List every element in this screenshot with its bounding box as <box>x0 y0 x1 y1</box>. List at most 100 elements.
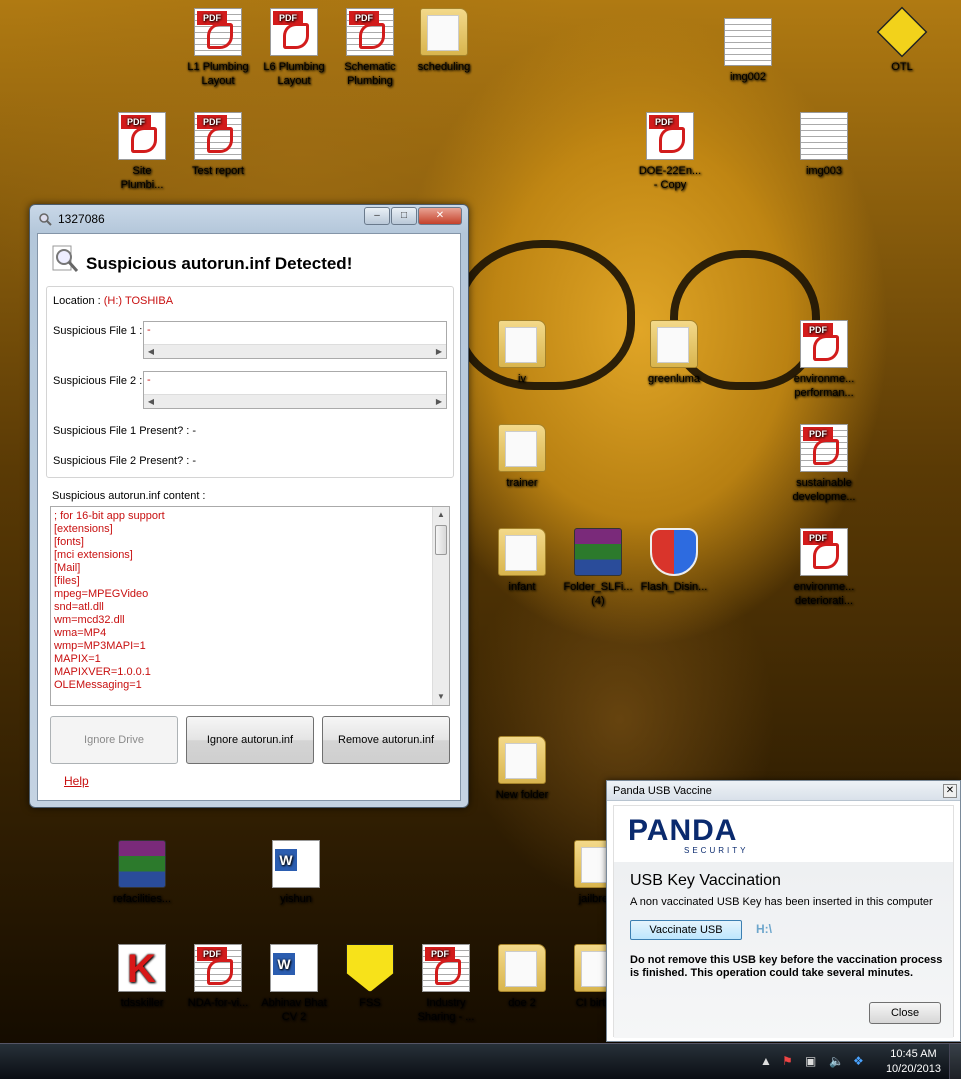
desktop-icon-label: tdsskiller <box>120 997 164 1009</box>
file2-present-value: - <box>192 455 197 467</box>
desktop-icon-nda-for-vi[interactable]: NDA-for-vi... <box>178 944 258 1010</box>
desktop-icon-scheduling[interactable]: scheduling <box>404 8 484 74</box>
file2-hscrollbar[interactable]: ◀ ▶ <box>144 394 446 408</box>
doc-pdf-file-icon <box>346 8 394 56</box>
doc-file-icon <box>724 18 772 66</box>
desktop-icon-doe-2[interactable]: doe 2 <box>482 944 562 1010</box>
desktop-icon-label: DOE-22En... - Copy <box>638 165 702 191</box>
desktop-icon-label: img002 <box>729 71 767 83</box>
desktop-icon-refacilities[interactable]: refacilities... <box>102 840 182 906</box>
doc-pdf-file-icon <box>800 424 848 472</box>
content-line: mpeg=MPEGVideo <box>54 588 149 600</box>
desktop-icon-trainer[interactable]: trainer <box>482 424 562 490</box>
alert-heading: Suspicious autorun.inf Detected! <box>86 254 353 273</box>
desktop-icon-new-folder[interactable]: New folder <box>482 736 562 802</box>
panda-client-area: PANDA SECURITY USB Key Vaccination A non… <box>613 805 954 1038</box>
desktop-icon-greenluma[interactable]: greenluma <box>634 320 714 386</box>
desktop-icon-label: yishun <box>280 893 312 905</box>
vaccination-note: A non vaccinated USB Key has been insert… <box>630 896 933 908</box>
close-button[interactable]: ✕ <box>418 207 462 225</box>
panda-window-title: Panda USB Vaccine <box>613 785 712 797</box>
scroll-thumb[interactable] <box>435 525 447 555</box>
pdf-file-icon <box>800 528 848 576</box>
desktop-icon-label: FSS <box>359 997 381 1009</box>
volume-icon[interactable]: 🔈 <box>829 1054 844 1068</box>
minimize-button[interactable]: ‒ <box>364 207 390 225</box>
magnifier-icon <box>39 213 52 226</box>
action-center-flag-icon[interactable]: ⚑ <box>782 1054 793 1068</box>
panda-close-icon[interactable]: ✕ <box>943 784 957 798</box>
title-bar[interactable]: 1327086 ‒ □ ✕ <box>30 205 468 231</box>
desktop-icon-industry-sharing[interactable]: Industry Sharing - ... <box>406 944 486 1024</box>
content-label: Suspicious autorun.inf content : <box>52 490 206 502</box>
file1-hscrollbar[interactable]: ◀ ▶ <box>144 344 446 358</box>
vaccinate-usb-button[interactable]: Vaccinate USB <box>630 920 742 940</box>
location-label: Location : <box>53 295 101 307</box>
desktop-icon-label: refacilities... <box>112 893 172 905</box>
file2-field[interactable]: - ◀ ▶ <box>143 371 447 409</box>
ignore-autorun-button[interactable]: Ignore autorun.inf <box>186 716 314 764</box>
system-clock[interactable]: 10:45 AM 10/20/2013 <box>886 1047 941 1077</box>
file1-field[interactable]: - ◀ ▶ <box>143 321 447 359</box>
desktop-icon-flash-disin[interactable]: Flash_Disin... <box>634 528 714 594</box>
content-line: [extensions] <box>54 523 113 535</box>
help-link[interactable]: Help <box>64 774 89 788</box>
panda-usb-vaccine-window[interactable]: Panda USB Vaccine ✕ PANDA SECURITY USB K… <box>606 780 961 1042</box>
desktop-icon-iv[interactable]: iv <box>482 320 562 386</box>
location-value: (H:) TOSHIBA <box>103 295 174 307</box>
content-line: [fonts] <box>54 536 84 548</box>
ignore-drive-button[interactable]: Ignore Drive <box>50 716 178 764</box>
drive-letter: H:\ <box>756 922 772 936</box>
file2-value: - <box>147 374 151 386</box>
desktop-icon-label: L6 Plumbing Layout <box>263 61 325 87</box>
doc-pdf-file-icon <box>422 944 470 992</box>
show-hidden-icons-icon[interactable]: ▲ <box>760 1054 772 1068</box>
network-icon[interactable]: ▣ <box>805 1054 816 1068</box>
autorun-alert-window[interactable]: 1327086 ‒ □ ✕ Suspicious autorun.inf Det… <box>29 204 469 808</box>
folder-file-icon <box>498 528 546 576</box>
desktop-icon-label: img003 <box>805 165 843 177</box>
desktop-icon-environme-deteriorati[interactable]: environme... deteriorati... <box>784 528 864 608</box>
maximize-button[interactable]: □ <box>391 207 417 225</box>
show-desktop-button[interactable] <box>949 1044 961 1079</box>
desktop-icon-fss[interactable]: FSS <box>330 944 410 1010</box>
file1-present-label: Suspicious File 1 Present? : <box>53 425 190 437</box>
desktop-icon-environme-performan[interactable]: environme... performan... <box>784 320 864 400</box>
desktop-icon-test-report[interactable]: Test report <box>178 112 258 178</box>
clock-time: 10:45 AM <box>890 1048 937 1060</box>
desktop-icon-label: Test report <box>192 165 244 177</box>
desktop-icon-sustainable-developme[interactable]: sustainable developme... <box>784 424 864 504</box>
desktop-icon-doe-22en-copy[interactable]: DOE-22En... - Copy <box>630 112 710 192</box>
desktop-icon-tdsskiller[interactable]: tdsskiller <box>102 944 182 1010</box>
vaccination-heading: USB Key Vaccination <box>630 872 781 889</box>
desktop-icon-l6-plumbing-layout[interactable]: L6 Plumbing Layout <box>254 8 334 88</box>
desktop-icon-label: infant <box>508 581 536 593</box>
panda-close-button[interactable]: Close <box>869 1002 941 1024</box>
window-client-area: Suspicious autorun.inf Detected! Locatio… <box>37 233 461 801</box>
desktop-icon-label: sustainable developme... <box>792 477 856 503</box>
desktop-icon-img002[interactable]: img002 <box>708 18 788 84</box>
desktop-icon-l1-plumbing-layout[interactable]: L1 Plumbing Layout <box>178 8 258 88</box>
desktop-icon-label: Flash_Disin... <box>640 581 708 593</box>
desktop-icon-img003[interactable]: img003 <box>784 112 864 178</box>
desktop-icon-yishun[interactable]: yishun <box>256 840 336 906</box>
dropbox-icon[interactable]: ❖ <box>853 1054 864 1068</box>
file2-present-row: Suspicious File 2 Present? : - <box>53 455 196 467</box>
panda-title-bar[interactable]: Panda USB Vaccine ✕ <box>607 781 960 801</box>
desktop-icon-infant[interactable]: infant <box>482 528 562 594</box>
content-vscrollbar[interactable]: ▲ ▼ <box>432 507 449 705</box>
desktop-icon-label: environme... performan... <box>793 373 855 399</box>
folder-file-icon <box>498 424 546 472</box>
desktop-icon-otl[interactable]: OTL <box>862 6 942 74</box>
desktop-icon-schematic-plumbing[interactable]: Schematic Plumbing <box>330 8 410 88</box>
doc-pdf-file-icon <box>194 944 242 992</box>
remove-autorun-button[interactable]: Remove autorun.inf <box>322 716 450 764</box>
desktop-icon-folder-slfi-4[interactable]: Folder_SLFi... (4) <box>558 528 638 608</box>
desktop-icon-abhinav-bhat-cv-2[interactable]: Abhinav Bhat CV 2 <box>254 944 334 1024</box>
doc-pdf-file-icon <box>194 8 242 56</box>
desktop-icon-site-plumbi[interactable]: Site Plumbi... <box>102 112 182 192</box>
autorun-content-box[interactable]: ; for 16-bit app support [extensions] [fon… <box>50 506 450 706</box>
file1-present-row: Suspicious File 1 Present? : - <box>53 425 196 437</box>
pdf-file-icon <box>646 112 694 160</box>
search-document-icon <box>52 245 79 272</box>
